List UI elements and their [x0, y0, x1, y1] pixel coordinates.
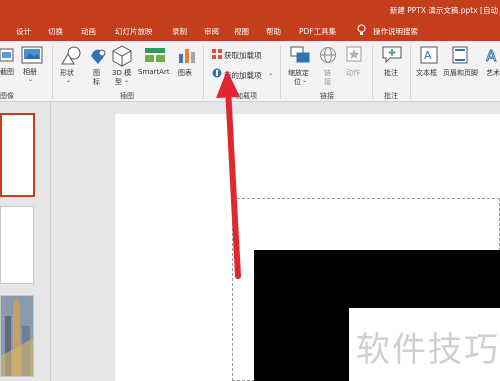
red-arrow-annotation: [216, 70, 241, 279]
